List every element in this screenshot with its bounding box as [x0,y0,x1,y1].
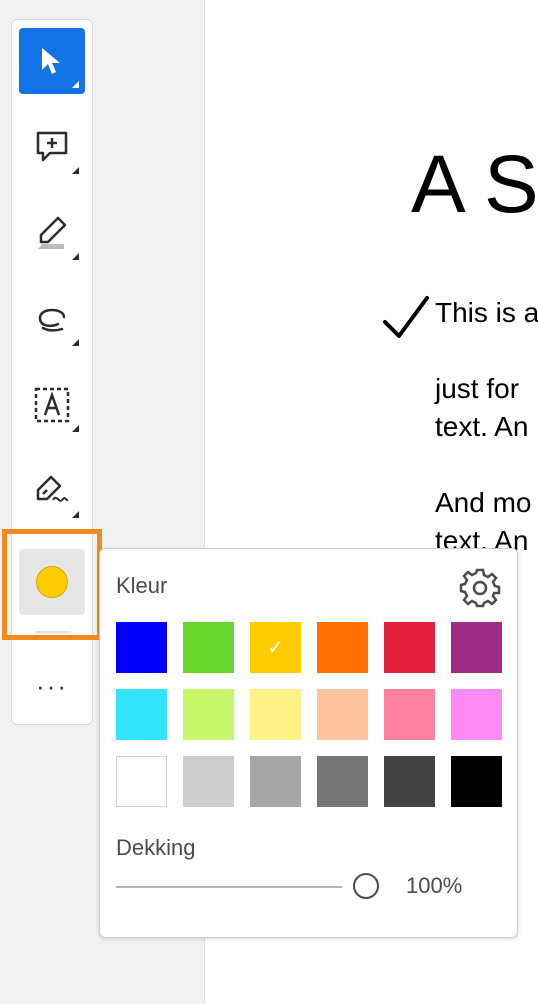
color-swatch[interactable] [451,756,502,807]
document-title: A S [411,139,538,230]
document-text-line: just for [435,373,520,404]
opacity-value: 100% [406,873,463,898]
comment-plus-icon [36,131,68,162]
color-swatch[interactable] [183,689,234,740]
opacity-slider-thumb[interactable] [353,873,379,899]
opacity-label: Dekking [116,835,196,860]
color-swatch[interactable] [116,756,167,807]
more-tools-button[interactable]: ··· [12,673,92,699]
highlighter-icon [38,216,67,249]
text-box-icon [34,387,70,423]
submenu-indicator [72,511,79,518]
color-swatch[interactable] [384,756,435,807]
color-swatch[interactable] [317,756,368,807]
color-swatch[interactable] [451,689,502,740]
gear-icon [459,568,501,608]
submenu-indicator [72,339,79,346]
add-comment-tool-button[interactable] [19,114,85,180]
draw-tool-button[interactable] [19,286,85,352]
document-text-line: And mo [435,487,532,518]
color-swatch[interactable] [250,756,301,807]
color-swatch[interactable] [183,622,234,673]
text-tool-button[interactable] [19,372,85,438]
pointer-arrow-icon [42,48,60,74]
color-label: Kleur [116,573,168,598]
color-swatch[interactable] [384,689,435,740]
color-swatch[interactable] [116,689,167,740]
color-popover: Kleur ✓ Dekking 100% [99,548,518,938]
document-text-line: text. An [435,411,529,442]
color-swatch[interactable] [317,622,368,673]
highlight-tool-button[interactable] [19,200,85,266]
color-swatch[interactable] [250,689,301,740]
submenu-indicator [72,253,79,260]
color-swatch[interactable]: ✓ [250,622,301,673]
color-swatch[interactable] [451,622,502,673]
color-swatch[interactable] [183,756,234,807]
focus-highlight-frame [2,529,102,640]
settings-button[interactable] [459,567,501,609]
submenu-indicator [72,167,79,174]
color-swatch[interactable] [384,622,435,673]
color-swatch[interactable] [317,689,368,740]
sign-tool-button[interactable] [19,458,85,524]
freehand-loop-icon [38,308,66,332]
select-tool-button[interactable] [19,28,85,94]
color-swatch[interactable] [116,622,167,673]
opacity-slider-track[interactable] [116,886,342,888]
checkmark-icon [383,296,429,338]
document-text-line: This is a [435,297,538,328]
selected-check-icon: ✓ [267,637,284,659]
signature-pen-icon [36,475,69,502]
submenu-indicator [72,81,79,88]
submenu-indicator [72,425,79,432]
